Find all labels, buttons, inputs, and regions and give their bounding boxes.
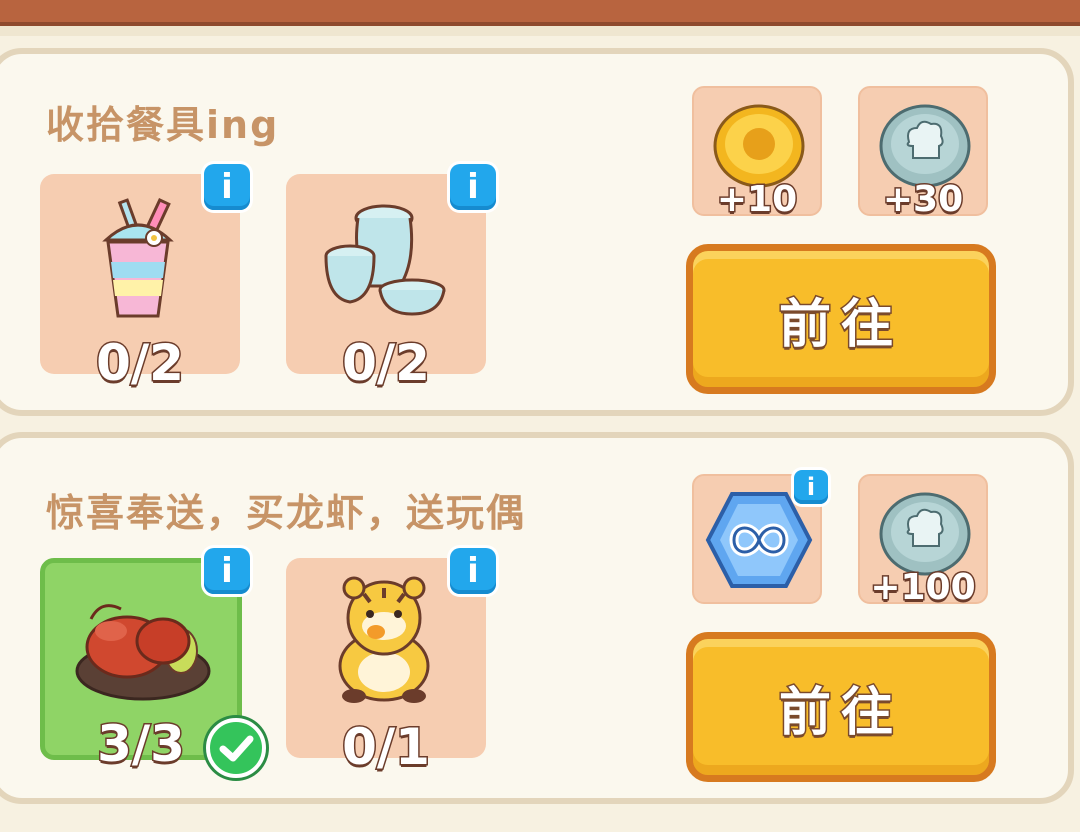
info-icon[interactable]: i	[204, 164, 250, 210]
go-button[interactable]: 前往	[686, 632, 996, 782]
info-icon[interactable]: i	[794, 470, 828, 504]
task-card: 惊喜奉送，买龙虾，送玩偶 3/3 i 0/1 i i +100 前往	[0, 432, 1074, 804]
infinity-hexagon-icon	[705, 492, 813, 588]
task-card: 收拾餐具ing 0/2 i 0/2 i +10 +30 前往	[0, 48, 1074, 416]
item-count: 0/2	[95, 333, 186, 394]
check-icon	[206, 718, 266, 778]
reward-amount: +10	[715, 178, 798, 222]
reward-slot: +10	[692, 86, 822, 222]
ceramic-tableware-icon	[324, 204, 446, 316]
info-icon[interactable]: i	[450, 548, 496, 594]
reward-amount: +30	[881, 178, 964, 222]
task-title: 惊喜奉送，买龙虾，送玩偶	[46, 491, 527, 535]
chef-hat-coin-icon	[879, 104, 971, 188]
item-count: 0/2	[341, 333, 432, 394]
info-icon[interactable]: i	[450, 164, 496, 210]
tiger-plush-icon	[338, 576, 430, 703]
top-bar	[0, 0, 1080, 26]
go-button[interactable]: 前往	[686, 244, 996, 394]
reward-amount: +100	[869, 566, 977, 610]
item-count: 0/1	[341, 717, 432, 778]
lobster-platter-icon	[75, 604, 211, 701]
gold-coin-icon	[713, 104, 805, 188]
top-bar-shadow	[0, 26, 1080, 36]
task-title: 收拾餐具ing	[46, 103, 280, 147]
rainbow-drink-icon	[102, 197, 174, 318]
chef-hat-coin-icon	[879, 492, 971, 576]
info-icon[interactable]: i	[204, 548, 250, 594]
go-button-label: 前往	[777, 681, 903, 744]
go-button-label: 前往	[777, 293, 903, 356]
reward-slot: +100	[858, 474, 988, 610]
reward-slot: +30	[858, 86, 988, 222]
